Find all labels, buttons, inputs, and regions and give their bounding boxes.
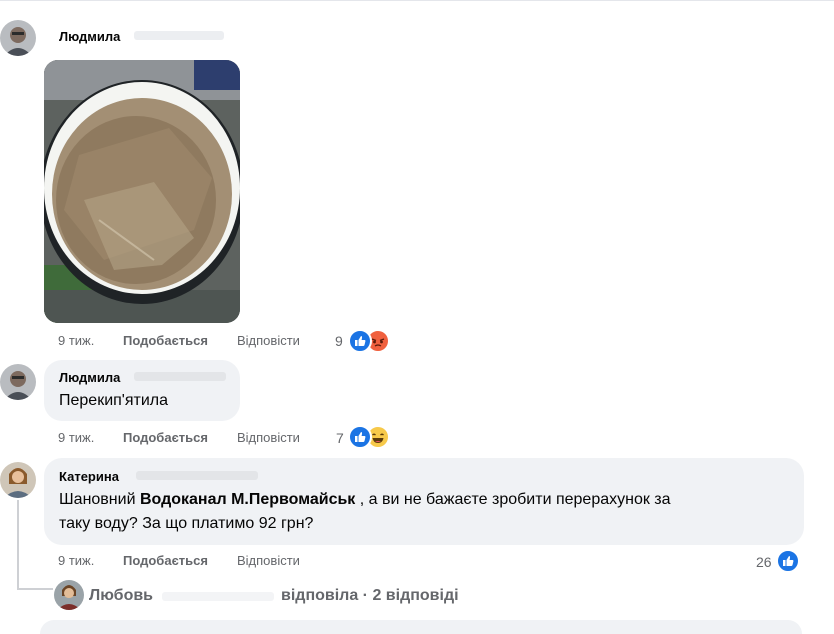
like-button[interactable]: Подобається (123, 430, 208, 445)
reaction-count[interactable]: 7 (336, 430, 344, 446)
user-avatar-icon (0, 364, 36, 400)
page-mention-link[interactable]: Водоканал М.Первомайськ (140, 491, 355, 508)
user-avatar-icon (0, 462, 36, 498)
reaction-count[interactable]: 26 (756, 554, 772, 570)
top-divider (0, 0, 834, 1)
reply-author[interactable]: Любовь (89, 587, 153, 605)
thread-connector (17, 500, 19, 590)
comment-photo[interactable] (44, 60, 240, 323)
comment-text: Шановний (59, 491, 140, 508)
comment-bubble: Людмила Перекип'ятила (44, 360, 240, 421)
avatar[interactable] (0, 20, 36, 56)
view-replies-link[interactable]: відповіла · 2 відповіді (281, 587, 459, 605)
thumbs-up-icon (355, 432, 366, 442)
like-icon[interactable] (776, 549, 800, 573)
comment-text: Перекип'ятила (59, 392, 169, 409)
like-action[interactable]: Подобається (123, 333, 208, 348)
avatar[interactable] (0, 364, 36, 400)
avatar[interactable] (0, 462, 36, 498)
reply-action[interactable]: Відповісти (237, 333, 300, 348)
reply-button[interactable]: Відповісти (237, 430, 300, 445)
thread-connector (17, 588, 53, 590)
comment-meta: 9 тиж. (58, 333, 94, 348)
user-avatar-icon (54, 580, 84, 610)
comment-text-line-2: таку воду? За що платимо 92 грн? (59, 515, 314, 532)
comment-author[interactable]: Людмила (59, 29, 120, 44)
reply-button[interactable]: Відповісти (237, 553, 300, 568)
next-comment-bubble (40, 620, 802, 634)
reply-button[interactable]: Відповісти (237, 333, 300, 348)
like-action[interactable]: Подобається (123, 553, 208, 568)
comment-author[interactable]: Катерина (59, 469, 119, 484)
reaction-count[interactable]: 9 (335, 333, 343, 349)
like-icon[interactable] (348, 425, 372, 449)
comment-author[interactable]: Людмила (59, 370, 120, 385)
redacted-name (134, 372, 226, 381)
thumbs-up-icon (783, 556, 794, 566)
comment-text-line-1: Шановний Водоканал М.Первомайськ , а ви … (59, 488, 671, 512)
comment-meta: 9 тиж. (58, 553, 94, 568)
like-action[interactable]: Подобається (123, 430, 208, 445)
redacted-name (136, 471, 258, 480)
reply-action[interactable]: Відповісти (237, 430, 300, 445)
comment-time[interactable]: 9 тиж. (58, 333, 94, 348)
comment-bubble: Катерина Шановний Водоканал М.Первомайсь… (44, 458, 804, 545)
like-icon[interactable] (348, 329, 372, 353)
pot-of-water-image (44, 60, 240, 323)
comment-text: , а ви не бажаєте зробити перерахунок за (355, 491, 671, 508)
comment-time[interactable]: 9 тиж. (58, 553, 94, 568)
comment-time[interactable]: 9 тиж. (58, 430, 94, 445)
reply-action[interactable]: Відповісти (237, 553, 300, 568)
comment-meta: 9 тиж. (58, 430, 94, 445)
avatar[interactable] (54, 580, 84, 610)
like-button[interactable]: Подобається (123, 553, 208, 568)
redacted-name (162, 592, 274, 601)
like-button[interactable]: Подобається (123, 333, 208, 348)
thumbs-up-icon (355, 336, 366, 346)
user-avatar-icon (0, 20, 36, 56)
redacted-name (134, 31, 224, 40)
